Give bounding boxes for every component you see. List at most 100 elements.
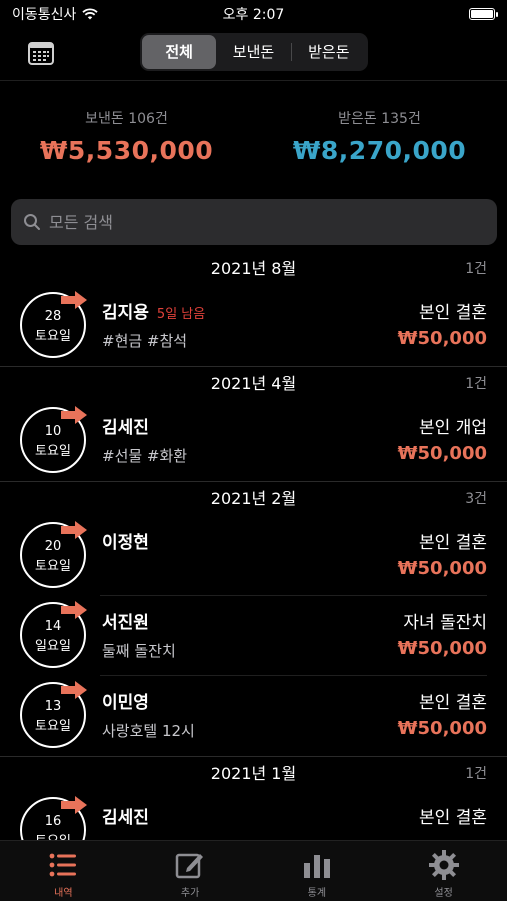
item-tags: #현금 #참석 [102, 332, 188, 350]
search-input[interactable] [47, 211, 471, 233]
date-day: 20 [44, 539, 62, 554]
tab-history[interactable]: 내역 [0, 841, 127, 901]
month-header: 2021년 8월 1건 [0, 252, 507, 286]
summary: 보낸돈 106건 ₩5,530,000 받은돈 135건 ₩8,270,000 [0, 108, 507, 178]
item-tags: 사랑호텔 12시 [102, 722, 195, 740]
event-type: 본인 개업 [419, 418, 487, 438]
person-name: 김세진 [102, 808, 149, 828]
list-icon [49, 853, 77, 877]
date-weekday: 토요일 [35, 719, 71, 734]
date-day: 28 [44, 309, 62, 324]
date-badge: 28 토요일 [20, 291, 87, 358]
event-type: 본인 결혼 [419, 533, 487, 553]
sent-label: 보낸돈 106건 [85, 111, 168, 127]
date-weekday: 일요일 [35, 639, 71, 654]
sent-arrow-icon [61, 681, 87, 699]
list-item[interactable]: 20 토요일 이정현 본인 결혼 ₩50,000 [0, 516, 507, 596]
segment-sent[interactable]: 보낸돈 [216, 35, 290, 69]
list-item[interactable]: 10 토요일 김세진 #선물 #화환 본인 개업 ₩50,000 [0, 401, 507, 481]
search-icon [24, 214, 40, 230]
event-type: 본인 결혼 [419, 693, 487, 713]
days-remaining-badge: 5일 남음 [156, 307, 206, 322]
list-item[interactable]: 16 토요일 김세진 본인 결혼 [0, 791, 507, 840]
date-badge: 13 토요일 [20, 681, 87, 748]
person-name-row: 김지용 5일 남음 [102, 298, 205, 323]
date-day: 10 [44, 424, 62, 439]
sent-amount: ₩5,530,000 [39, 136, 214, 165]
sent-arrow-icon [61, 601, 87, 619]
item-amount: ₩50,000 [397, 443, 487, 464]
person-name: 서진원 [102, 613, 149, 633]
battery-icon [469, 8, 498, 20]
carrier-name: 이동통신사 [12, 7, 77, 23]
tab-label: 설정 [434, 888, 453, 899]
item-tags: #선물 #화환 [102, 447, 188, 465]
item-amount: ₩50,000 [397, 328, 487, 349]
wifi-icon [82, 8, 99, 20]
month-title: 2021년 4월 [210, 374, 297, 393]
date-badge: 16 토요일 [20, 796, 87, 840]
date-day: 14 [44, 619, 62, 634]
sent-arrow-icon [61, 406, 87, 424]
item-tags: 둘째 돌잔치 [102, 642, 176, 660]
tab-add[interactable]: 추가 [127, 841, 254, 901]
status-bar: 이동통신사 오후 2:07 [0, 0, 507, 28]
filter-segmented-control: 전체 보낸돈 받은돈 [140, 33, 368, 71]
month-title: 2021년 8월 [210, 259, 297, 278]
top-bar: 전체 보낸돈 받은돈 [0, 28, 507, 81]
calendar-icon[interactable] [28, 41, 54, 65]
date-weekday: 토요일 [20, 830, 86, 840]
segment-all[interactable]: 전체 [142, 35, 217, 69]
list-item[interactable]: 13 토요일 이민영 사랑호텔 12시 본인 결혼 ₩50,000 [0, 676, 507, 756]
sent-arrow-icon [61, 796, 87, 814]
date-weekday: 토요일 [35, 559, 71, 574]
date-weekday: 토요일 [35, 444, 71, 459]
gear-icon [428, 850, 459, 880]
tab-bar: 내역 추가 통계 설정 [0, 840, 507, 901]
received-label: 받은돈 135건 [338, 111, 421, 127]
sent-arrow-icon [61, 521, 87, 539]
month-header: 2021년 1월 1건 [0, 757, 507, 791]
tab-settings[interactable]: 설정 [380, 841, 507, 901]
month-count: 1건 [465, 766, 487, 782]
tab-label: 추가 [180, 888, 200, 899]
date-badge: 20 토요일 [20, 521, 87, 588]
month-title: 2021년 1월 [210, 764, 297, 783]
date-weekday: 토요일 [35, 329, 71, 344]
tab-label: 내역 [54, 888, 73, 899]
person-name: 김세진 [102, 418, 149, 438]
status-left: 이동통신사 [12, 4, 99, 24]
month-header: 2021년 2월 3건 [0, 482, 507, 516]
month-header: 2021년 4월 1건 [0, 367, 507, 401]
search-bar[interactable] [11, 199, 497, 245]
received-amount: ₩8,270,000 [292, 136, 467, 165]
date-badge: 14 일요일 [20, 601, 87, 668]
item-amount: ₩50,000 [397, 558, 487, 579]
month-count: 3건 [465, 491, 487, 507]
event-type: 본인 결혼 [419, 808, 487, 828]
tab-stats[interactable]: 통계 [254, 841, 381, 901]
month-title: 2021년 2월 [210, 489, 297, 508]
event-type: 자녀 돌잔치 [403, 613, 487, 633]
month-count: 1건 [465, 376, 487, 392]
item-amount: ₩50,000 [397, 718, 487, 739]
month-count: 1건 [465, 261, 487, 277]
date-day: 13 [44, 699, 62, 714]
received-summary: 받은돈 135건 ₩8,270,000 [253, 108, 506, 165]
edit-icon [175, 853, 204, 879]
tab-label: 통계 [307, 888, 327, 899]
list-item[interactable]: 14 일요일 서진원 둘째 돌잔치 자녀 돌잔치 ₩50,000 [0, 596, 507, 676]
date-badge: 10 토요일 [20, 406, 87, 473]
date-day: 16 [44, 814, 62, 829]
sent-arrow-icon [61, 291, 87, 309]
bar-chart-icon [303, 855, 330, 878]
item-amount: ₩50,000 [397, 638, 487, 659]
person-name: 김지용 [102, 303, 149, 323]
transaction-list: 2021년 8월 1건 28 토요일 김지용 5일 남음 #현금 #참석 본인 결… [0, 252, 507, 840]
person-name: 이정현 [102, 533, 149, 553]
list-item[interactable]: 28 토요일 김지용 5일 남음 #현금 #참석 본인 결혼 ₩50,000 [0, 286, 507, 366]
segment-received[interactable]: 받은돈 [292, 35, 366, 69]
sent-summary: 보낸돈 106건 ₩5,530,000 [0, 108, 253, 165]
status-time: 오후 2:07 [222, 7, 285, 23]
person-name: 이민영 [102, 693, 149, 713]
